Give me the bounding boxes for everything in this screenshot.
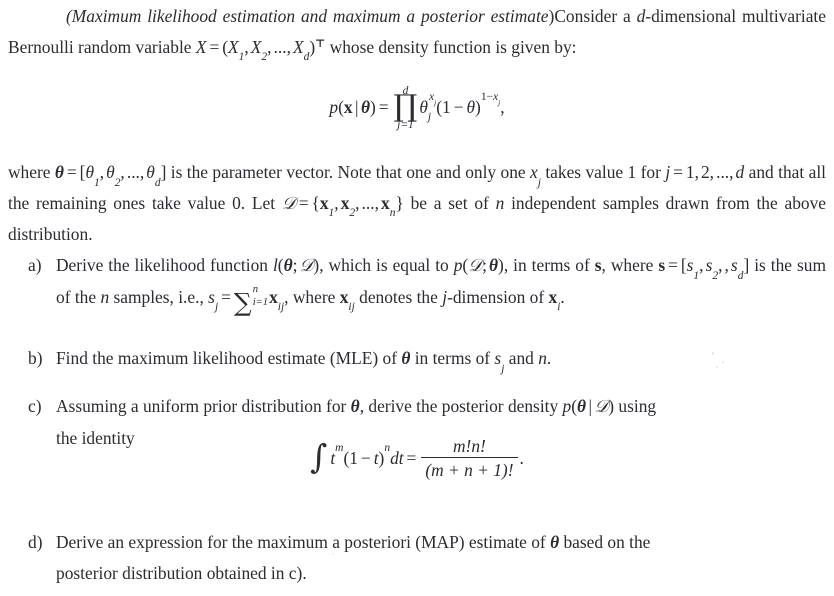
where-mid3-text: 1 for <box>627 162 666 182</box>
item-a-text-1: Derive the likelihood function <box>56 255 273 275</box>
item-body-d: Derive an expression for the maximum a p… <box>56 527 826 588</box>
item-a-text-10: . <box>560 286 565 307</box>
item-b-text-2: in terms of <box>410 348 495 368</box>
intro-paragraph: (Maximum likelihood estimation and maxim… <box>8 1 826 65</box>
dataset-definition: 𝒟 = {x1, x2,..., xn} <box>281 192 404 220</box>
sum-vector-definition: s = [s1, s2,, sd] <box>658 255 750 282</box>
item-marker-d: d) <box>28 532 43 552</box>
theta-vector-symbol-c: θ <box>350 396 360 416</box>
theta-vector-symbol-d: θ <box>550 532 560 552</box>
integral-glyph: ∫ <box>310 437 328 477</box>
exercise-item-a: a) Derive the likelihood function l(θ; 𝒟)… <box>28 250 826 317</box>
where-paragraph: where θ = [θ1, θ2,..., θd] is the parameter … <box>8 157 826 250</box>
intro-lead-text: Consider a <box>554 6 637 26</box>
sum-limits: n i=1 <box>252 284 269 313</box>
intro-title-parenthetical: (Maximum likelihood estimation and maxim… <box>66 6 549 26</box>
likelihood-function: l(θ; 𝒟) <box>272 255 320 276</box>
integral-identity-expression: ∫ tm(1− t)ndt = m!n! (m + n + 1)! . <box>310 436 524 481</box>
dimension-symbol-d: d <box>636 6 646 26</box>
parameter-vector-definition: θ = [θ1, θ2,..., θd] <box>54 162 167 189</box>
item-a-text-8: denotes the <box>354 286 438 307</box>
x-ij-symbol: xij <box>339 286 355 314</box>
exercise-item-d: d) Derive an expression for the maximum … <box>28 527 826 588</box>
product-operator: d ∏ j=1 <box>393 85 418 132</box>
item-a-text-3: , in terms of <box>503 255 595 275</box>
density-equation: p(x | θ) = d ∏ j=1 θjxj(1− θ)1−xj, <box>0 85 834 132</box>
identity-trailing-period: . <box>519 448 524 469</box>
where-mid2-text: takes value <box>540 162 624 182</box>
where-mid5-text: be <box>403 192 427 213</box>
item-a-text-4: , where <box>601 255 654 275</box>
item-d-text-1: Derive an expression for the maximum a p… <box>56 532 551 552</box>
identity-fraction: m!n! (m + n + 1)! <box>421 436 518 481</box>
item-a-text-9: -dimension of <box>447 286 549 307</box>
item-c-text-1: Assuming a uniform prior distribution fo… <box>56 396 351 416</box>
where-lead-text: where <box>8 162 55 182</box>
fraction-denominator: (m + n + 1)! <box>425 460 514 481</box>
sum-lower-limit: i=1 <box>252 296 269 308</box>
item-body-b: Find the maximum likelihood estimate (ML… <box>56 343 826 374</box>
intro-line2-tail: whose density <box>325 36 429 57</box>
item-a-text-7: , where <box>284 286 340 307</box>
document-page: (Maximum likelihood estimation and maxim… <box>0 0 834 596</box>
sample-count-symbol-b: n <box>538 348 547 368</box>
intro-line3-text: function is given by: <box>433 36 577 57</box>
item-d-text-3: posterior distribution obtained in c). <box>56 562 307 583</box>
sum-upper-limit: n <box>252 283 258 295</box>
joint-probability: p(𝒟; θ) <box>453 255 504 276</box>
item-a-text-6: samples, i.e., <box>109 286 209 307</box>
item-c-text-2: , derive the posterior density <box>359 396 563 416</box>
summation-operator: ∑ n i=1 <box>233 284 269 318</box>
symbol-x-j: xj <box>530 162 541 189</box>
integral-identity-equation: ∫ tm(1− t)ndt = m!n! (m + n + 1)! . <box>0 436 834 482</box>
item-body-a: Derive the likelihood function l(θ; 𝒟), w… <box>56 250 826 317</box>
index-range-definition: j = 1, 2,..., d <box>665 162 745 182</box>
item-b-text-1: Find the maximum likelihood estimate (ML… <box>56 348 402 368</box>
sum-vector-symbol: s <box>594 255 602 275</box>
where-last-text: a set of <box>433 192 496 213</box>
s-j-symbol-b: sj <box>494 348 505 375</box>
item-b-text-3: and <box>504 348 539 368</box>
x-i-symbol: xi <box>548 286 561 314</box>
item-marker-c: c) <box>28 396 42 416</box>
random-variable-definition: X = (X1, X2,..., Xd)⊤ <box>195 36 326 64</box>
density-equation-expression: p(x | θ) = d ∏ j=1 θjxj(1− θ)1−xj, <box>329 85 505 132</box>
product-glyph: ∏ <box>393 89 418 125</box>
sample-count-symbol-a: n <box>100 286 110 307</box>
sum-glyph: ∑ <box>233 287 252 317</box>
fraction-numerator: m!n! <box>421 436 518 459</box>
item-c-text-3: using <box>614 396 657 416</box>
s-j-definition: sj= ∑ n i=1 xij <box>208 283 285 317</box>
product-lower-limit: j=1 <box>397 119 414 132</box>
item-a-text-2: , which is equal to <box>319 255 454 275</box>
item-b-text-4: . <box>546 348 552 368</box>
where-mid1-text: is the parameter vector. Note that one a… <box>166 162 531 182</box>
exercise-item-b: b) Find the maximum likelihood estimate … <box>28 343 826 374</box>
posterior-density: p(θ | 𝒟) <box>562 396 615 417</box>
item-d-text-2: based on the <box>559 532 651 552</box>
item-marker-b: b) <box>28 348 43 368</box>
item-marker-a: a) <box>28 255 42 275</box>
